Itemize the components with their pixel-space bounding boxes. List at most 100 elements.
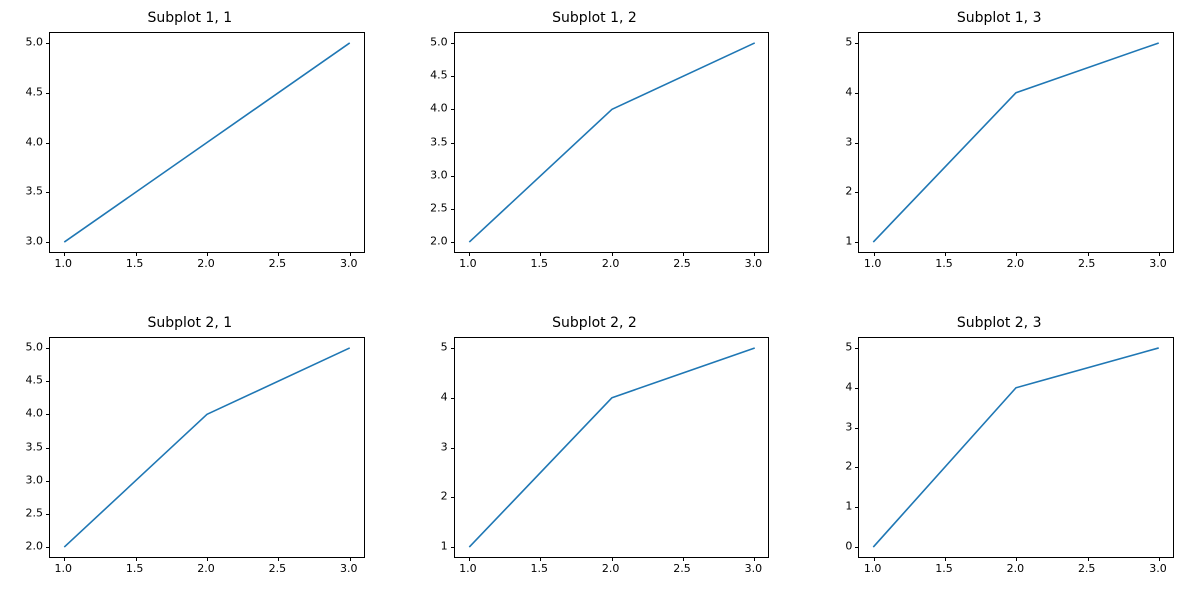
subplot-1-2: Subplot 1, 2 2.02.53.03.54.04.55.0 1.01.… [420,10,770,275]
line-series [50,338,364,557]
y-tick-mark [46,414,50,415]
line-series [455,338,769,557]
subplot-1-1: Subplot 1, 1 3.03.54.04.55.0 1.0 1.5 2.0 2.… [15,10,365,275]
y-tick-label: 2 [441,490,448,503]
y-tick-mark [855,143,859,144]
subplot-title: Subplot 1, 3 [824,10,1174,28]
x-tick-label: 1.5 [935,562,953,575]
x-tick-labels: 1.01.52.02.53.0 [858,558,1174,580]
x-tick-label: 2.0 [602,562,620,575]
y-tick-mark [855,242,859,243]
y-tick-label: 5 [845,340,852,353]
x-tick-label: 3.0 [340,562,358,575]
axes-box [49,337,365,558]
y-tick-labels: 3.03.54.04.55.0 [15,32,49,253]
y-tick-mark [46,192,50,193]
y-tick-mark [46,348,50,349]
line-series [455,33,769,252]
y-tick-label: 4.5 [430,69,448,82]
x-tick-label: 2.5 [269,257,287,270]
y-tick-mark [46,93,50,94]
x-tick-label: 1.5 [531,257,549,270]
y-tick-mark [855,388,859,389]
x-tick-label: 1.0 [55,257,73,270]
y-tick-mark [855,348,859,349]
y-tick-mark [46,448,50,449]
y-tick-label: 5.0 [26,35,44,48]
plot-area: 1 2 3 4 5 [824,32,1174,253]
y-tick-label: 3.0 [26,473,44,486]
y-tick-mark [46,481,50,482]
y-tick-mark [46,547,50,548]
subplot-title: Subplot 1, 1 [15,10,365,28]
y-tick-mark [451,242,455,243]
y-tick-mark [451,43,455,44]
y-tick-mark [451,176,455,177]
y-tick-label: 1 [441,540,448,553]
x-tick-label: 1.0 [864,257,882,270]
x-tick-label: 1.0 [864,562,882,575]
y-tick-mark [855,93,859,94]
x-tick-label: 1.5 [126,562,144,575]
y-tick-mark [451,497,455,498]
plot-area: 3.03.54.04.55.0 [15,32,365,253]
y-tick-mark [451,448,455,449]
y-tick-labels: 2.02.53.03.54.04.55.0 [15,337,49,558]
y-tick-labels: 12345 [420,337,454,558]
y-tick-label: 3.5 [26,440,44,453]
x-tick-label: 2.5 [1078,257,1096,270]
x-tick-label: 1.5 [935,257,953,270]
y-tick-label: 2 [845,460,852,473]
y-tick-label: 3 [441,440,448,453]
y-tick-label: 3.0 [430,168,448,181]
x-tick-label: 2.5 [673,562,691,575]
x-tick-label: 2.0 [1007,562,1025,575]
y-tick-mark [855,192,859,193]
y-tick-label: 1 [845,235,852,248]
axes-box [454,32,770,253]
subplot-1-3: Subplot 1, 3 12345 1.01.52.02.53.0 [824,10,1174,275]
y-tick-mark [855,467,859,468]
x-tick-labels: 1.01.52.02.53.0 [858,253,1174,275]
subplot-2-1: Subplot 2, 1 2.02.53.03.54.04.55.0 1.01.… [15,315,365,580]
y-tick-label: 4.5 [26,374,44,387]
y-tick-mark [855,547,859,548]
subplot-title: Subplot 2, 2 [420,315,770,333]
x-tick-label: 1.5 [126,257,144,270]
x-tick-labels: 1.01.52.02.53.0 [454,558,770,580]
y-tick-mark [451,547,455,548]
x-tick-label: 2.5 [673,257,691,270]
y-tick-label: 4.0 [430,102,448,115]
y-tick-label: 2.0 [430,235,448,248]
y-tick-label: 3 [845,135,852,148]
x-tick-labels: 1.01.52.02.53.0 [49,558,365,580]
axes-box [49,32,365,253]
axes-box [858,337,1174,558]
y-tick-label: 3 [845,420,852,433]
line-series [50,33,364,252]
x-tick-label: 2.5 [1078,562,1096,575]
x-tick-label: 1.0 [55,562,73,575]
subplot-2-3: Subplot 2, 3 012345 1.01.52.02.53.0 [824,315,1174,580]
x-tick-label: 3.0 [745,562,763,575]
y-tick-label: 5 [845,35,852,48]
figure-grid: Subplot 1, 1 3.03.54.04.55.0 1.01.52.02.… [0,0,1189,590]
subplot-title: Subplot 2, 3 [824,315,1174,333]
x-tick-label: 1.0 [459,562,477,575]
line-series [859,338,1173,557]
x-tick-label: 2.0 [197,257,215,270]
y-tick-label: 4.0 [26,407,44,420]
y-tick-label: 4 [845,85,852,98]
y-tick-label: 2.5 [26,506,44,519]
y-tick-labels: 012345 [824,337,858,558]
y-tick-label: 2.5 [430,201,448,214]
y-tick-label: 2 [845,185,852,198]
y-tick-mark [451,398,455,399]
axes-box [858,32,1174,253]
y-tick-label: 3.0 [26,235,44,248]
line-series [859,33,1173,252]
x-tick-labels: 1.01.52.02.53.0 [454,253,770,275]
plot-area: 2.02.53.03.54.04.55.0 [420,32,770,253]
subplot-title: Subplot 1, 2 [420,10,770,28]
y-tick-label: 4 [845,380,852,393]
